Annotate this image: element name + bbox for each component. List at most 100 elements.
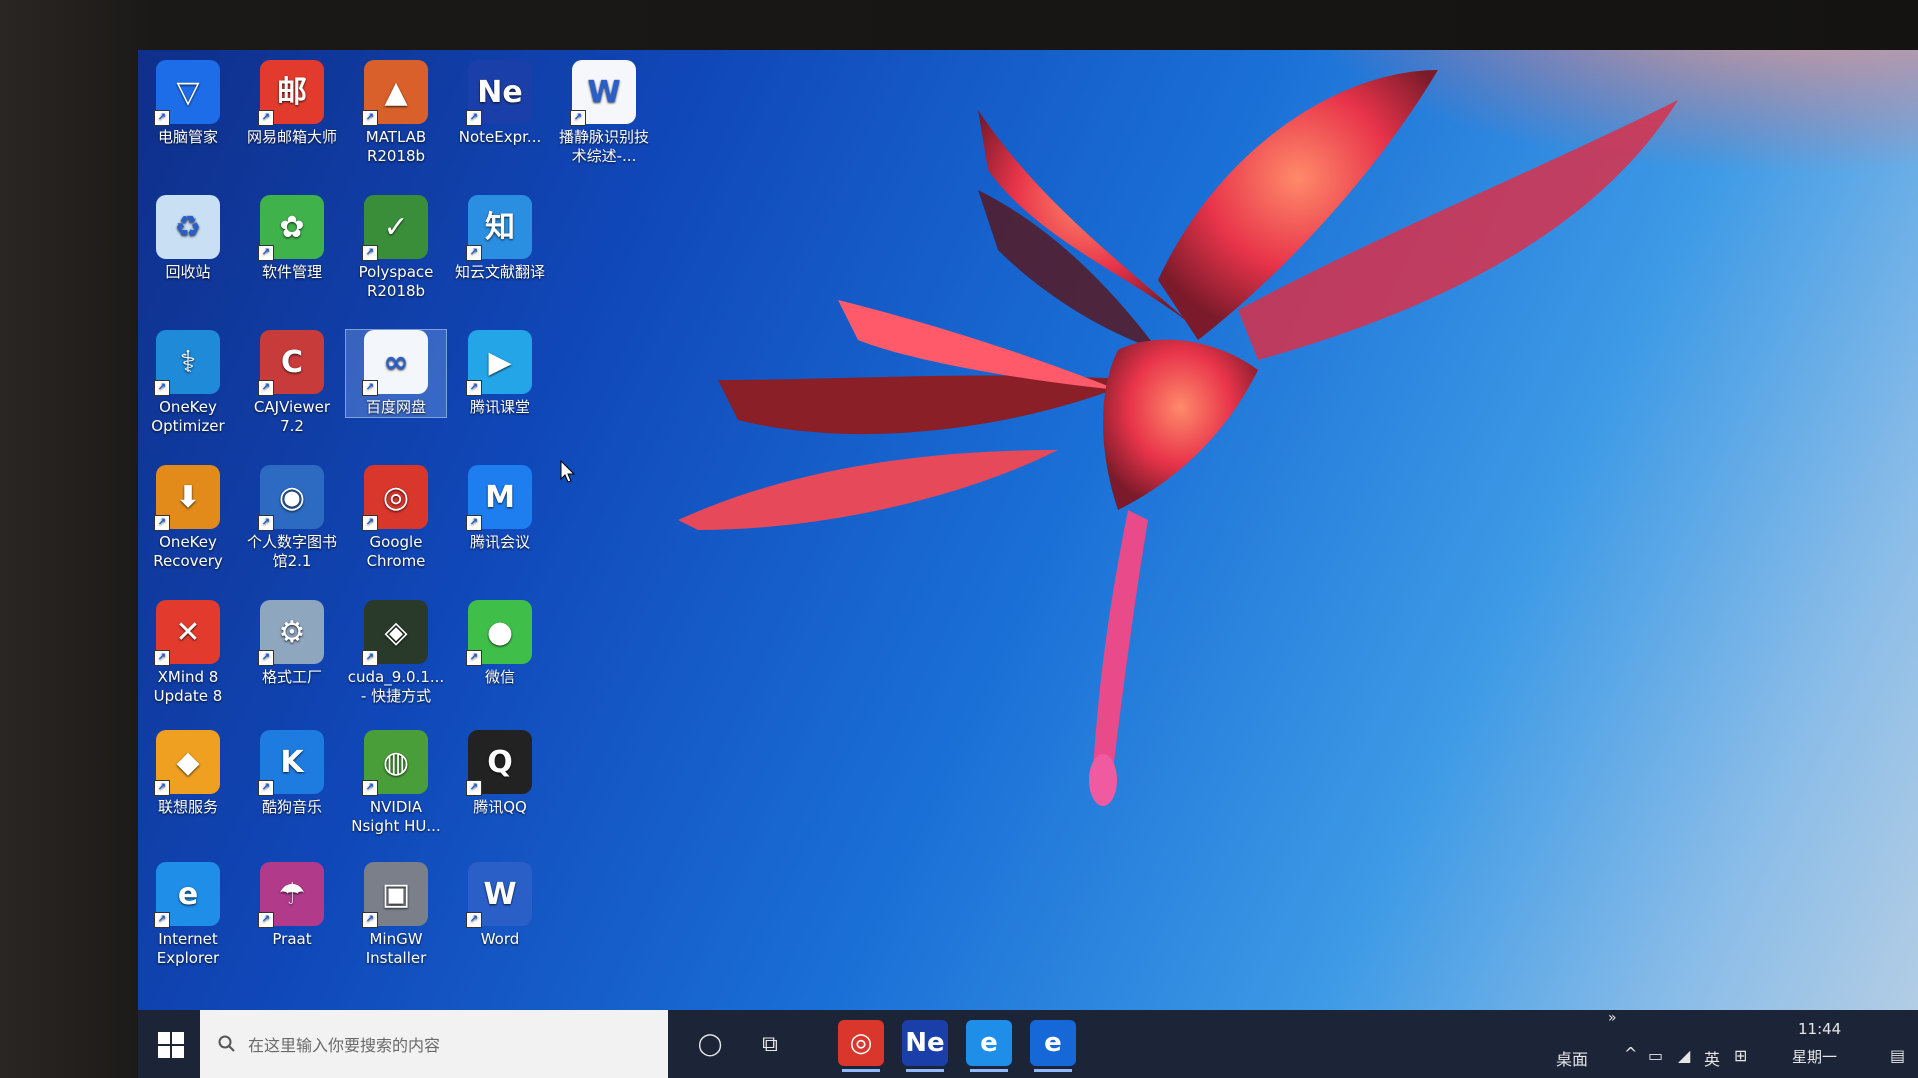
ime-mode-icon[interactable]: ⊞ — [1734, 1046, 1747, 1065]
desktop-icon-label: 百度网盘 — [365, 398, 426, 416]
shortcut-arrow-icon: ↗ — [154, 650, 170, 666]
desktop-icon[interactable]: ▽ ↗ 电脑管家 — [138, 60, 238, 147]
desktop-icon[interactable]: ⚕ ↗ OneKey Optimizer — [138, 330, 238, 436]
desktop-icon[interactable]: ▣ ↗ MinGW Installer — [346, 862, 446, 968]
desktop-icon-label: XMind 8 Update 8 — [153, 668, 223, 705]
desktop-icon[interactable]: Ne ↗ NoteExpr... — [450, 60, 550, 147]
shortcut-arrow-icon: ↗ — [362, 380, 378, 396]
shortcut-arrow-icon: ↗ — [362, 515, 378, 531]
desktop-icon-label: 软件管理 — [261, 263, 322, 281]
desktop-icon[interactable]: K ↗ 酷狗音乐 — [242, 730, 342, 817]
desktop-icon[interactable]: ✿ ↗ 软件管理 — [242, 195, 342, 282]
desktop-icon[interactable]: ✓ ↗ Polyspace R2018b — [346, 195, 446, 301]
shortcut-arrow-icon: ↗ — [466, 780, 482, 796]
desktop-icon-label: OneKey Optimizer — [151, 398, 225, 435]
shortcut-arrow-icon: ↗ — [362, 912, 378, 928]
shortcut-arrow-icon: ↗ — [258, 780, 274, 796]
desktop-icon[interactable]: ✕ ↗ XMind 8 Update 8 — [138, 600, 238, 706]
desktop-icon[interactable]: ● ↗ 微信 — [450, 600, 550, 687]
app-icon: W ↗ — [466, 862, 532, 928]
desktop-icon-label: 电脑管家 — [157, 128, 218, 146]
desktop: ▽ ↗ 电脑管家邮 ↗ 网易邮箱大师 ▲ ↗ MATLAB R2018b Ne ↗ NoteExpr… — [138, 50, 1918, 1078]
app-icon: ⚙ ↗ — [258, 600, 324, 666]
taskbar-app-noteexpress-icon[interactable]: Ne — [902, 1020, 948, 1072]
desktop-icon[interactable]: M ↗ 腾讯会议 — [450, 465, 550, 552]
desktop-icon-label: 回收站 — [165, 263, 211, 281]
app-icon: ◉ ↗ — [258, 465, 324, 531]
desktop-icon-label: Polyspace R2018b — [358, 263, 434, 300]
taskbar-search-box[interactable]: 在这里输入你要搜索的内容 — [200, 1010, 668, 1078]
app-icon: W ↗ — [570, 60, 636, 126]
shortcut-arrow-icon: ↗ — [466, 380, 482, 396]
app-icon: ◆ ↗ — [154, 730, 220, 796]
app-icon: ⚕ ↗ — [154, 330, 220, 396]
ime-language-indicator[interactable]: 英 — [1704, 1046, 1720, 1070]
desktop-icon[interactable]: ◍ ↗ NVIDIA Nsight HU... — [346, 730, 446, 836]
wifi-icon[interactable]: ◢ — [1678, 1046, 1690, 1065]
shortcut-arrow-icon: ↗ — [466, 912, 482, 928]
desktop-icon[interactable]: C ↗ CAJViewer 7.2 — [242, 330, 342, 436]
desktop-icon-label: MinGW Installer — [365, 930, 427, 967]
app-icon: ◎ ↗ — [362, 465, 428, 531]
desktop-icon[interactable]: 知 ↗ 知云文献翻译 — [450, 195, 550, 282]
app-icon: 邮 ↗ — [258, 60, 324, 126]
desktop-icon[interactable]: e ↗ Internet Explorer — [138, 862, 238, 968]
app-icon: ♻ — [156, 195, 220, 259]
desktop-icon[interactable]: 邮 ↗ 网易邮箱大师 — [242, 60, 342, 147]
cortana-icon[interactable]: ◯ — [690, 1024, 730, 1064]
desktop-icon[interactable]: ◈ ↗ cuda_9.0.1... - 快捷方式 — [346, 600, 446, 706]
desktop-icon[interactable]: ▶ ↗ 腾讯课堂 — [450, 330, 550, 417]
shortcut-arrow-icon: ↗ — [154, 912, 170, 928]
battery-icon[interactable]: ▭ — [1648, 1046, 1663, 1065]
shortcut-arrow-icon: ↗ — [466, 110, 482, 126]
app-icon: ● ↗ — [466, 600, 532, 666]
desktop-icon[interactable]: ◉ ↗ 个人数字图书馆2.1 — [242, 465, 342, 571]
tray-overflow-chevron[interactable]: » — [1608, 1010, 1617, 1026]
shortcut-arrow-icon: ↗ — [466, 650, 482, 666]
shortcut-arrow-icon: ↗ — [258, 515, 274, 531]
taskbar-app-chrome-icon[interactable]: ◎ — [838, 1020, 884, 1072]
desktop-icon[interactable]: ⬇ ↗ OneKey Recovery — [138, 465, 238, 571]
desktop-icon[interactable]: ◎ ↗ Google Chrome — [346, 465, 446, 571]
desktop-toolbar-label[interactable]: 桌面 — [1556, 1046, 1588, 1070]
shortcut-arrow-icon: ↗ — [362, 780, 378, 796]
desktop-icon[interactable]: ♻ 回收站 — [138, 195, 238, 282]
desktop-icon[interactable]: ▲ ↗ MATLAB R2018b — [346, 60, 446, 166]
desktop-icon-label: MATLAB R2018b — [365, 128, 427, 165]
search-icon — [218, 1035, 235, 1052]
taskbar: 在这里输入你要搜索的内容 ◯ ⧉ ◎ Ne e e » 桌面 ^ ▭ ◢ 英 ⊞ 11… — [138, 1010, 1918, 1078]
shortcut-arrow-icon: ↗ — [258, 245, 274, 261]
app-icon: K ↗ — [258, 730, 324, 796]
app-icon: ◈ ↗ — [362, 600, 428, 666]
desktop-icon[interactable]: ⚙ ↗ 格式工厂 — [242, 600, 342, 687]
desktop-icon-label: Praat — [272, 930, 312, 948]
app-icon: ✓ ↗ — [362, 195, 428, 261]
windows-start-icon[interactable] — [156, 1030, 186, 1060]
desktop-icon[interactable]: W ↗ Word — [450, 862, 550, 949]
action-center-icon[interactable]: ▤ — [1890, 1046, 1905, 1065]
show-hidden-icons-icon[interactable]: ^ — [1624, 1044, 1637, 1063]
app-icon: ☂ ↗ — [258, 862, 324, 928]
desktop-icon[interactable]: ∞ ↗ 百度网盘 — [345, 329, 447, 418]
shortcut-arrow-icon: ↗ — [362, 650, 378, 666]
app-icon: ✿ ↗ — [258, 195, 324, 261]
clock-weekday[interactable]: 星期一 — [1792, 1046, 1837, 1067]
shortcut-arrow-icon: ↗ — [362, 110, 378, 126]
taskbar-app-internet-explorer-icon[interactable]: e — [966, 1020, 1012, 1072]
app-icon: ⬇ ↗ — [154, 465, 220, 531]
desktop-icon-label: 酷狗音乐 — [261, 798, 322, 816]
shortcut-arrow-icon: ↗ — [466, 515, 482, 531]
desktop-icon[interactable]: Q ↗ 腾讯QQ — [450, 730, 550, 817]
taskbar-app-edge-icon[interactable]: e — [1030, 1020, 1076, 1072]
app-icon: 知 ↗ — [466, 195, 532, 261]
shortcut-arrow-icon: ↗ — [154, 780, 170, 796]
task-view-icon[interactable]: ⧉ — [750, 1024, 790, 1064]
desktop-icon[interactable]: ◆ ↗ 联想服务 — [138, 730, 238, 817]
mouse-cursor-icon — [560, 460, 576, 483]
desktop-icon-label: 播静脉识别技术综述-... — [558, 128, 649, 165]
shortcut-arrow-icon: ↗ — [258, 380, 274, 396]
clock-time[interactable]: 11:44 — [1798, 1020, 1841, 1038]
desktop-icon[interactable]: ☂ ↗ Praat — [242, 862, 342, 949]
desktop-icon[interactable]: W ↗ 播静脉识别技术综述-... — [554, 60, 654, 166]
desktop-icon-label: CAJViewer 7.2 — [253, 398, 331, 435]
